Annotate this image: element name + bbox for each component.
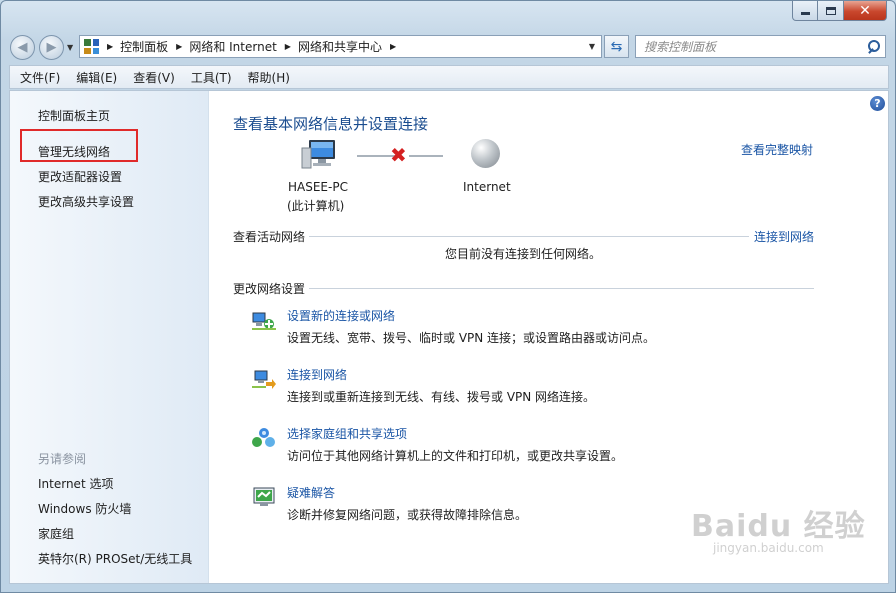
maximize-button[interactable] <box>818 1 844 21</box>
sidebar-item-advanced-sharing[interactable]: 更改高级共享设置 <box>38 193 134 210</box>
minimize-button[interactable] <box>792 1 818 21</box>
task-link[interactable]: 连接到网络 <box>287 366 347 383</box>
task-link[interactable]: 选择家庭组和共享选项 <box>287 425 407 442</box>
menu-edit[interactable]: 编辑(E) <box>76 69 117 86</box>
task-description: 诊断并修复网络问题，或获得故障排除信息。 <box>287 508 528 522</box>
menu-help[interactable]: 帮助(H) <box>248 69 290 86</box>
breadcrumb-network-sharing-center[interactable]: 网络和共享中心 <box>298 38 382 55</box>
sidebar-item-adapter-settings[interactable]: 更改适配器设置 <box>38 168 122 185</box>
internet-label: Internet <box>463 180 511 194</box>
baidu-watermark: Baidu 经验 jingyan.baidu.com <box>691 501 866 555</box>
homegroup-icon <box>252 428 275 447</box>
search-icon[interactable] <box>867 40 880 53</box>
search-input[interactable] <box>644 39 859 54</box>
breadcrumb-separator-icon[interactable]: ▶ <box>107 42 113 51</box>
maximize-icon <box>825 6 836 15</box>
chevron-down-icon: ▼ <box>588 42 596 51</box>
address-dropdown-button[interactable]: ▼ <box>583 36 601 57</box>
back-button[interactable]: ◀ <box>10 35 35 60</box>
task-description: 访问位于其他网络计算机上的文件和打印机，或更改共享设置。 <box>287 449 624 463</box>
refresh-button[interactable]: ⇆ <box>604 35 629 58</box>
view-full-map-link[interactable]: 查看完整映射 <box>741 141 813 158</box>
forward-button[interactable]: ▶ <box>39 35 64 60</box>
task-description: 连接到或重新连接到无线、有线、拨号或 VPN 网络连接。 <box>287 390 596 404</box>
computer-name-label: HASEE-PC <box>288 180 348 194</box>
disconnected-x-icon[interactable]: ✖ <box>390 143 407 167</box>
see-also-heading: 另请参阅 <box>38 452 87 466</box>
task-description: 设置无线、宽带、拨号、临时或 VPN 连接；或设置路由器或访问点。 <box>287 331 656 345</box>
divider <box>309 288 814 289</box>
menu-file[interactable]: 文件(F) <box>20 69 60 86</box>
divider <box>309 236 749 237</box>
close-icon: ✕ <box>859 2 871 19</box>
minimize-icon <box>800 12 810 15</box>
sidebar: 控制面板主页 管理无线网络 更改适配器设置 更改高级共享设置 另请参阅 Inte… <box>10 91 209 583</box>
window: ✕ ◀ ▶ ▼ ▶ 控制面板 ▶ 网络和 Internet ▶ 网络和共享中心 … <box>0 0 896 593</box>
no-network-message: 您目前没有连接到任何网络。 <box>445 247 602 261</box>
sidebar-item-manage-wireless[interactable]: 管理无线网络 <box>38 143 110 160</box>
breadcrumb-network-internet[interactable]: 网络和 Internet <box>189 38 276 55</box>
recent-pages-dropdown[interactable]: ▼ <box>67 43 73 52</box>
help-icon[interactable]: ? <box>870 96 885 111</box>
see-also-internet-options[interactable]: Internet 选项 <box>38 475 113 492</box>
arrow-right-icon: ▶ <box>46 40 57 55</box>
control-panel-icon <box>84 39 99 54</box>
close-button[interactable]: ✕ <box>844 1 887 21</box>
connect-to-network-link[interactable]: 连接到网络 <box>754 228 814 245</box>
active-networks-title: 查看活动网络 <box>233 230 306 244</box>
breadcrumb-separator-icon[interactable]: ▶ <box>390 42 396 51</box>
task-link[interactable]: 疑难解答 <box>287 484 335 501</box>
arrow-left-icon: ◀ <box>17 40 28 55</box>
watermark-brand: Baidu 经验 <box>691 509 866 544</box>
breadcrumb-control-panel[interactable]: 控制面板 <box>120 38 168 55</box>
computer-icon[interactable] <box>301 138 339 172</box>
see-also-windows-firewall[interactable]: Windows 防火墙 <box>38 500 131 517</box>
task-link[interactable]: 设置新的连接或网络 <box>287 307 395 324</box>
menu-view[interactable]: 查看(V) <box>133 69 175 86</box>
see-also-homegroup[interactable]: 家庭组 <box>38 525 74 542</box>
change-settings-title: 更改网络设置 <box>233 282 306 296</box>
refresh-icon: ⇆ <box>610 38 623 55</box>
troubleshoot-icon <box>253 487 275 506</box>
see-also-intel-proset[interactable]: 英特尔(R) PROSet/无线工具 <box>38 550 192 567</box>
breadcrumb-separator-icon[interactable]: ▶ <box>285 42 291 51</box>
internet-globe-icon[interactable] <box>471 139 500 168</box>
menu-tools[interactable]: 工具(T) <box>191 69 232 86</box>
menu-bar: 文件(F) 编辑(E) 查看(V) 工具(T) 帮助(H) <box>9 65 889 89</box>
search-box[interactable] <box>635 35 886 58</box>
new-connection-icon <box>252 312 276 330</box>
connection-line <box>409 155 443 157</box>
page-title: 查看基本网络信息并设置连接 <box>233 115 429 133</box>
address-bar[interactable]: ▶ 控制面板 ▶ 网络和 Internet ▶ 网络和共享中心 ▶ ▼ <box>79 35 602 58</box>
computer-sub-label: (此计算机) <box>287 199 345 213</box>
sidebar-item-control-panel-home[interactable]: 控制面板主页 <box>38 107 110 124</box>
breadcrumb-separator-icon[interactable]: ▶ <box>176 42 182 51</box>
window-controls: ✕ <box>792 1 887 21</box>
connect-network-icon <box>252 370 276 389</box>
